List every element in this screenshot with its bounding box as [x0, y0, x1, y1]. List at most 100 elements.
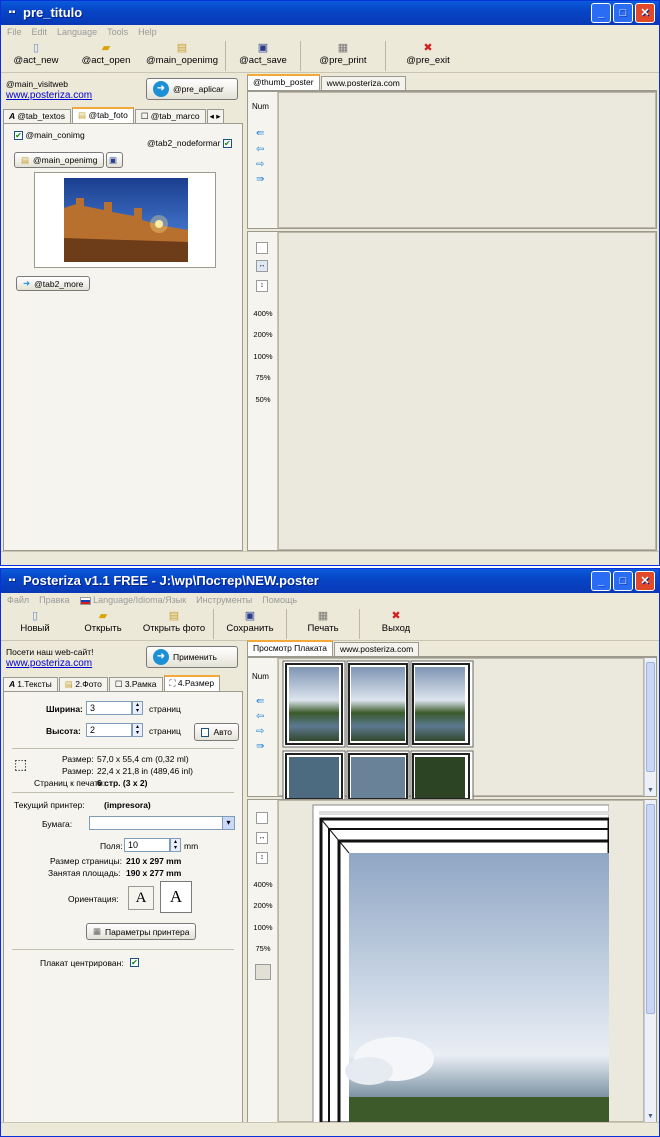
menu-language[interactable]: Language/Idioma/Язык: [79, 593, 186, 607]
tab-scroll-arrows[interactable]: ◂ ▸: [206, 109, 224, 123]
menu-edit[interactable]: Edit: [32, 25, 48, 39]
save-button[interactable]: ▣ @act_save: [228, 41, 298, 66]
zoom-200[interactable]: 200%: [248, 330, 278, 339]
use-image-checkbox[interactable]: ✔: [14, 131, 23, 141]
title-bar[interactable]: ▪▪ Posteriza v1.1 FREE - J:\wp\Постер\NE…: [1, 569, 659, 593]
more-options-button[interactable]: ➜ @tab2_more: [16, 276, 91, 291]
menu-language[interactable]: Language: [57, 25, 97, 39]
open-image-panel-button[interactable]: ▤ @main_openimg: [14, 152, 105, 168]
arrow-first-icon[interactable]: ⇚: [256, 128, 264, 139]
page-icon[interactable]: [256, 812, 268, 824]
website-link[interactable]: www.posteriza.com: [6, 658, 92, 669]
open-image-button[interactable]: ▤ @main_openimg: [141, 41, 223, 66]
portrait-orientation-icon[interactable]: A: [160, 881, 192, 913]
width-input[interactable]: 3: [86, 701, 132, 715]
zoom-100[interactable]: 100%: [248, 923, 278, 932]
zoom-400[interactable]: 400%: [248, 309, 278, 318]
new-button[interactable]: ▯ Новый: [1, 609, 69, 634]
fit-height-icon[interactable]: ↕: [256, 280, 268, 292]
thumbnail-scrollbar[interactable]: ▼: [644, 658, 656, 796]
no-deform-checkbox-row[interactable]: @tab2_nodeformar ✔: [147, 138, 232, 149]
open-button[interactable]: ▰ Открыть: [69, 609, 137, 634]
maximize-button[interactable]: □: [613, 3, 633, 23]
zoom-50[interactable]: 50%: [248, 395, 278, 404]
print-button[interactable]: ▦ @pre_print: [303, 41, 383, 66]
arrow-right-icon: ➜: [23, 278, 31, 288]
zoom-75[interactable]: 75%: [248, 944, 278, 953]
tab-size[interactable]: ⛶ 4.Размер: [163, 675, 221, 691]
margins-stepper[interactable]: ▴ ▾: [170, 838, 181, 852]
menu-edit[interactable]: Правка: [39, 593, 69, 607]
menu-tools[interactable]: Tools: [107, 25, 128, 39]
custom-zoom-button[interactable]: [255, 964, 271, 980]
tab-poster-preview[interactable]: Просмотр Плаката: [247, 640, 333, 656]
tab-poster-preview[interactable]: @thumb_poster: [247, 74, 320, 90]
arrow-prev-icon[interactable]: ⇦: [256, 144, 264, 155]
auto-button[interactable]: Авто: [194, 723, 239, 741]
menu-file[interactable]: Файл: [7, 593, 29, 607]
close-button[interactable]: ✕: [635, 571, 655, 591]
tab-frame[interactable]: ☐ 3.Рамка: [108, 677, 163, 691]
arrow-next-icon[interactable]: ⇨: [256, 159, 264, 170]
zoom-400[interactable]: 400%: [248, 880, 278, 889]
scroll-down-icon[interactable]: ▼: [647, 1113, 654, 1120]
tab-frame[interactable]: ☐ @tab_marco: [134, 109, 206, 123]
arrow-prev-icon[interactable]: ⇦: [256, 711, 264, 722]
open-image-button[interactable]: ▤ Открыть фото: [137, 609, 211, 634]
save-image-button[interactable]: ▣: [106, 152, 123, 168]
page-scrollbar[interactable]: ▼: [644, 800, 656, 1122]
scroll-down-icon[interactable]: ▼: [647, 787, 654, 794]
zoom-100[interactable]: 100%: [248, 352, 278, 361]
save-button[interactable]: ▣ Сохранить: [216, 609, 284, 634]
tab-photo[interactable]: ▤ 2.Фото: [58, 677, 108, 691]
arrow-last-icon[interactable]: ⇛: [256, 741, 264, 752]
tab-website[interactable]: www.posteriza.com: [320, 76, 406, 90]
no-deform-checkbox[interactable]: ✔: [222, 139, 232, 149]
poster-thumbnails: [282, 660, 474, 799]
tab-photo[interactable]: ▤ @tab_foto: [72, 107, 134, 123]
title-bar[interactable]: ▪▪ pre_titulo _ □ ✕: [1, 1, 659, 25]
minimize-button[interactable]: _: [591, 571, 611, 591]
centered-checkbox[interactable]: ✔: [130, 958, 139, 968]
menu-file[interactable]: File: [7, 25, 22, 39]
menu-help[interactable]: Help: [138, 25, 157, 39]
width-stepper[interactable]: ▴ ▾: [132, 701, 143, 715]
apply-button[interactable]: ➜ Применить: [146, 646, 238, 668]
arrow-first-icon[interactable]: ⇚: [256, 696, 264, 707]
save-icon: ▣: [244, 610, 256, 622]
fit-width-icon[interactable]: ↔: [256, 832, 268, 844]
new-button[interactable]: ▯ @act_new: [1, 41, 71, 66]
zoom-200[interactable]: 200%: [248, 901, 278, 910]
exit-button[interactable]: ✖ @pre_exit: [388, 41, 468, 66]
tab-texts[interactable]: A 1.Тексты: [3, 677, 58, 691]
landscape-orientation-icon[interactable]: A: [128, 886, 154, 910]
chevron-down-icon[interactable]: ▾: [222, 816, 235, 830]
arrow-last-icon[interactable]: ⇛: [256, 174, 264, 185]
printer-settings-button[interactable]: ▦ Параметры принтера: [86, 923, 197, 940]
tab-texts[interactable]: A @tab_textos: [3, 109, 72, 123]
height-input[interactable]: 2: [86, 723, 132, 737]
apply-button[interactable]: ➜ @pre_aplicar: [146, 78, 238, 100]
scrollbar-thumb[interactable]: [646, 662, 655, 772]
menu-help[interactable]: Помощь: [262, 593, 297, 607]
scrollbar-thumb[interactable]: [646, 804, 655, 1014]
menu-tools[interactable]: Инструменты: [196, 593, 252, 607]
fit-width-icon[interactable]: ↔: [256, 260, 268, 272]
exit-button[interactable]: ✖ Выход: [362, 609, 430, 634]
print-button[interactable]: ▦ Печать: [289, 609, 357, 634]
paper-select[interactable]: [89, 816, 223, 830]
height-stepper[interactable]: ▴ ▾: [132, 723, 143, 737]
close-button[interactable]: ✕: [635, 3, 655, 23]
use-image-checkbox-row[interactable]: ✔ @main_conimg: [14, 130, 85, 141]
zoom-75[interactable]: 75%: [248, 373, 278, 382]
tab-website[interactable]: www.posteriza.com: [333, 642, 420, 656]
website-link[interactable]: www.posteriza.com: [6, 90, 92, 101]
minimize-button[interactable]: _: [591, 3, 611, 23]
arrow-next-icon[interactable]: ⇨: [256, 726, 264, 737]
fit-height-icon[interactable]: ↕: [256, 852, 268, 864]
maximize-button[interactable]: □: [613, 571, 633, 591]
open-button[interactable]: ▰ @act_open: [71, 41, 141, 66]
toolbar: ▯ @act_new ▰ @act_open ▤ @main_openimg ▣ @ac…: [1, 39, 659, 73]
margins-input[interactable]: 10: [124, 838, 170, 852]
page-icon[interactable]: [256, 242, 268, 254]
